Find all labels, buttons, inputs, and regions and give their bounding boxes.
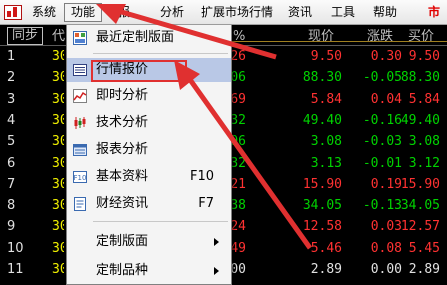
function-dropdown-menu: 最近定制版面 行情报价 即时分析 技术分析 报表分析 F10 基本资料 F10 … [66,25,232,285]
bid-value: 3.08 [408,134,440,150]
price-value: 15.90 [302,176,342,192]
menu-item-custom-layout[interactable]: 定制版面 [67,230,231,254]
shortcut-f10: F10 [189,169,214,184]
row-number: 3 [7,91,16,107]
stock-code: 30 [52,91,64,107]
menu-system[interactable]: 系统 [32,4,56,21]
header-pct[interactable]: % [233,28,245,45]
bid-value: 9.50 [408,49,440,64]
menu-item-report[interactable]: 报表分析 [67,138,231,162]
shortcut-f7: F7 [198,196,214,211]
row-number: 6 [7,155,16,171]
menu-bar: 系统 功能 报 分析 扩展市场行情 资讯 工具 帮助 市 [0,0,447,25]
bid-value: 34.05 [400,198,440,214]
menu-item-intraday[interactable]: 即时分析 [67,84,231,108]
bid-value: 5.84 [408,91,440,107]
price-value: 9.50 [310,49,342,64]
stock-code: 30 [52,134,64,150]
header-price[interactable]: 现价 [308,28,334,45]
row-number: 8 [7,198,16,214]
stock-code: 30 [52,198,64,214]
row-number: 9 [7,219,16,235]
menu-item-news[interactable]: 财经资讯 F7 [67,192,231,216]
menu-item-label: 报表分析 [96,142,149,157]
report-icon [73,144,87,156]
menu-brand[interactable]: 市 [428,4,440,21]
row-number: 10 [7,240,24,256]
menu-analysis[interactable]: 分析 [160,4,184,21]
menu-news[interactable]: 资讯 [288,4,312,21]
row-number: 2 [7,70,16,86]
row-number: 11 [7,262,24,277]
bid-value: 12.57 [400,219,440,235]
menu-item-label: 定制品种 [96,263,149,278]
header-bid[interactable]: 买价 [408,28,434,45]
bid-value: 88.30 [400,70,440,86]
bid-value: 15.90 [400,176,440,192]
bid-value: 2.89 [408,262,440,277]
menu-item-recent-layout[interactable]: 最近定制版面 [67,26,231,50]
price-value: 2.89 [310,262,342,277]
menu-item-label: 财经资讯 [96,196,149,211]
menu-function[interactable]: 功能 [64,3,103,22]
stock-code: 30 [52,176,64,192]
price-value: 3.08 [310,134,342,150]
f10-icon: F10 [73,171,87,183]
submenu-arrow-icon [214,238,219,246]
stock-code: 30 [52,49,64,64]
price-value: 88.30 [302,70,342,86]
stock-code: 30 [52,155,64,171]
quote-list-icon [73,64,87,76]
app-logo-icon[interactable] [4,5,22,20]
menu-item-label: 技术分析 [96,115,149,130]
menu-item-quote[interactable]: 行情报价 [67,58,231,82]
menu-separator [93,221,228,222]
price-value: 49.40 [302,112,342,128]
layout-icon [73,31,87,45]
svg-text:F10: F10 [74,174,87,182]
menu-item-basic-info[interactable]: F10 基本资料 F10 [67,165,231,189]
menu-extended-market[interactable]: 扩展市场行情 [201,4,273,21]
row-divider [230,41,447,42]
bid-value: 49.40 [400,112,440,128]
sync-button[interactable]: 同步 [7,27,43,45]
menu-help[interactable]: 帮助 [373,4,397,21]
news-icon [74,197,86,211]
price-value: 3.13 [310,155,342,171]
submenu-arrow-icon [214,267,219,275]
row-number: 7 [7,176,16,192]
menu-item-label: 行情报价 [96,62,149,77]
menu-report[interactable]: 报 [118,4,130,21]
stock-code: 30 [52,70,64,86]
menu-item-custom-variety[interactable]: 定制品种 [67,259,231,283]
header-change[interactable]: 涨跌 [367,28,393,45]
header-code[interactable]: 代 [52,28,65,45]
price-value: 34.05 [302,198,342,214]
menu-item-label: 即时分析 [96,88,149,103]
menu-item-technical[interactable]: 技术分析 [67,111,231,135]
stock-code: 30 [52,112,64,128]
bid-value: 5.45 [408,240,440,256]
bid-value: 3.12 [408,155,440,171]
candlestick-icon [74,117,86,129]
stock-code: 30 [52,262,64,277]
menu-item-label: 定制版面 [96,234,149,249]
row-number: 5 [7,134,16,150]
stock-code: 30 [52,240,64,256]
menu-item-label: 最近定制版面 [96,30,175,45]
price-value: 5.84 [310,91,342,107]
row-number: 1 [7,49,16,64]
menu-tools[interactable]: 工具 [331,4,355,21]
stock-code: 30 [52,219,64,235]
price-value: 5.46 [310,240,342,256]
menu-item-label: 基本资料 [96,169,149,184]
price-value: 12.58 [302,219,342,235]
intraday-chart-icon [73,89,87,103]
menu-separator [93,53,228,54]
row-number: 4 [7,112,16,128]
